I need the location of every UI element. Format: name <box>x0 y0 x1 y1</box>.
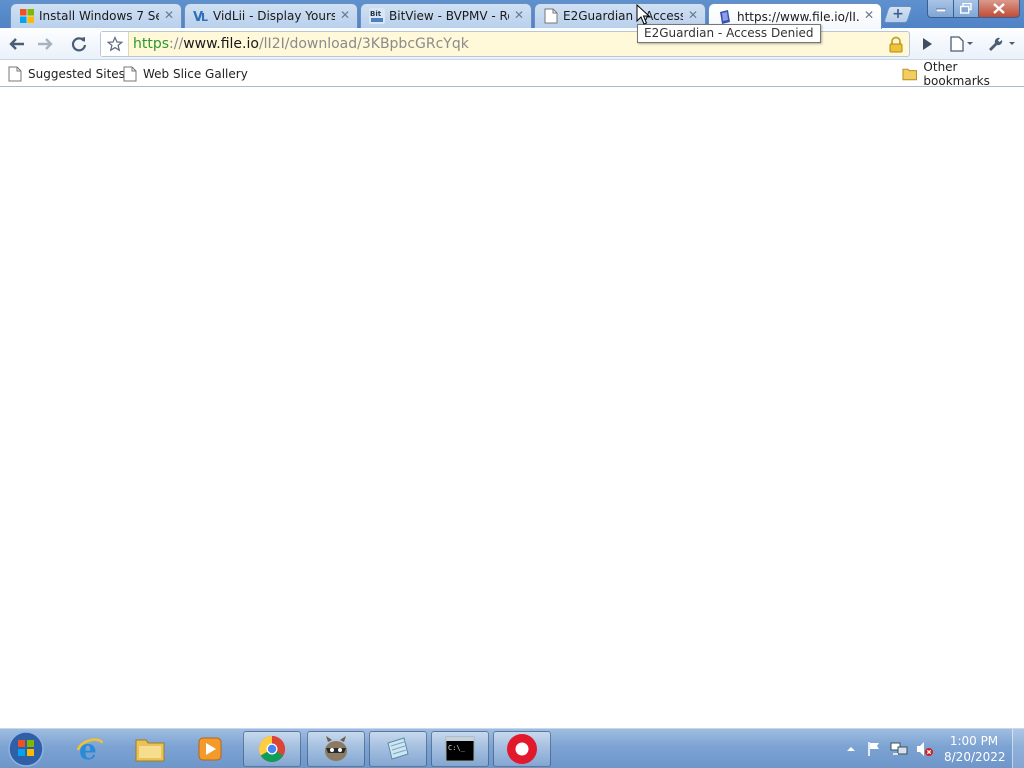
record-icon <box>507 734 537 764</box>
close-icon[interactable]: ✕ <box>687 9 699 21</box>
bookmark-label: Suggested Sites <box>28 67 125 81</box>
bookmark-label: Other bookmarks <box>923 60 990 88</box>
restore-button[interactable] <box>953 0 979 18</box>
taskbar-recorder[interactable] <box>493 731 551 767</box>
tab-label: Install Windows 7 Ser... <box>39 9 159 23</box>
close-window-button[interactable] <box>978 0 1020 18</box>
close-icon[interactable]: ✕ <box>863 9 875 21</box>
mouse-cursor-icon <box>636 4 650 25</box>
taskbar: e C:\_ 1:00 PM 8/20/2022 <box>0 728 1024 768</box>
bookmark-star-icon[interactable] <box>101 32 129 56</box>
url-scheme: https <box>133 36 170 52</box>
arrow-right-icon <box>38 38 53 50</box>
start-button[interactable] <box>6 730 46 768</box>
page-menu-icon <box>950 36 973 52</box>
page-action-button[interactable] <box>914 32 940 56</box>
taskbar-chrome[interactable] <box>243 731 301 767</box>
lock-icon[interactable] <box>887 36 905 54</box>
tab-label: VidLii - Display Yourself <box>213 9 335 23</box>
page-menu-button[interactable] <box>946 32 978 56</box>
tab-tooltip: E2Guardian - Access Denied <box>637 24 821 43</box>
reload-button[interactable] <box>66 32 92 56</box>
bookmark-suggested-sites[interactable]: Suggested Sites <box>8 65 125 83</box>
tab-install-windows-7[interactable]: Install Windows 7 Ser... ✕ <box>10 3 182 28</box>
chrome-icon <box>258 735 286 763</box>
windows-start-icon <box>8 731 44 767</box>
tab-vidlii[interactable]: VL VidLii - Display Yourself ✕ <box>184 3 358 28</box>
new-tab-button[interactable]: + <box>883 6 913 23</box>
plus-icon: + <box>892 6 904 22</box>
tab-label: https://www.file.io/lI... <box>737 9 859 24</box>
bookmarks-bar: Suggested Sites Web Slice Gallery Other … <box>0 60 1024 88</box>
show-desktop-button[interactable] <box>1012 729 1024 768</box>
reload-icon <box>71 37 87 52</box>
bitview-logo-icon: Bit <box>369 8 385 24</box>
url-separator: :// <box>169 36 184 52</box>
tab-bitview[interactable]: Bit BitView - BVPMV - Ro... ✕ <box>360 3 532 28</box>
media-player-icon <box>198 737 222 761</box>
back-button[interactable] <box>4 32 30 56</box>
taskbar-media-player[interactable] <box>181 731 239 767</box>
show-hidden-icons-icon[interactable] <box>846 744 856 754</box>
close-icon[interactable]: ✕ <box>339 9 351 21</box>
url-text[interactable]: https://www.file.io/lI2I/download/3KBpbc… <box>129 36 469 52</box>
svg-text:Bit: Bit <box>370 10 382 18</box>
forward-button[interactable] <box>32 32 58 56</box>
page-content <box>0 88 1024 728</box>
bookmark-web-slice-gallery[interactable]: Web Slice Gallery <box>123 65 248 83</box>
play-icon <box>923 38 932 50</box>
browser-toolbar: https://www.file.io/lI2I/download/3KBpbc… <box>0 28 1024 60</box>
page-icon <box>8 66 22 82</box>
browser-window: Install Windows 7 Ser... ✕ VL VidLii - D… <box>0 0 1024 768</box>
page-icon <box>123 66 137 82</box>
url-path: /lI2I/download/3KBpbcGRcYqk <box>258 36 469 52</box>
svg-text:L: L <box>201 11 208 24</box>
taskbar-internet-explorer[interactable]: e <box>61 731 119 767</box>
blank-page-icon <box>543 8 559 24</box>
internet-explorer-icon: e <box>76 734 104 764</box>
taskbar-clock[interactable]: 1:00 PM 8/20/2022 <box>944 733 1006 765</box>
bookmark-label: Web Slice Gallery <box>143 67 248 81</box>
taskbar-command-prompt[interactable]: C:\_ <box>431 731 489 767</box>
other-bookmarks-folder[interactable]: Other bookmarks <box>902 60 1024 88</box>
command-prompt-icon: C:\_ <box>445 736 475 762</box>
arrow-left-icon <box>9 38 24 50</box>
windows-logo-icon <box>19 8 35 24</box>
taskbar-notepad[interactable] <box>369 731 427 767</box>
settings-menu-button[interactable] <box>984 32 1020 56</box>
minimize-icon <box>935 8 946 12</box>
action-center-flag-icon[interactable] <box>866 741 882 757</box>
clock-time: 1:00 PM <box>949 734 999 748</box>
wrench-icon <box>989 37 1015 51</box>
tab-label: E2Guardian - Access ... <box>563 9 683 23</box>
url-host: www.file.io <box>183 36 259 52</box>
minimize-button[interactable] <box>927 0 954 18</box>
tab-label: BitView - BVPMV - Ro... <box>389 9 509 23</box>
close-icon[interactable]: ✕ <box>513 9 525 21</box>
restore-icon <box>960 3 972 14</box>
file-io-icon <box>717 9 733 25</box>
network-icon[interactable] <box>890 741 908 757</box>
vidlii-logo-icon: VL <box>193 8 209 24</box>
folder-icon <box>902 68 917 81</box>
taskbar-windows-explorer[interactable] <box>121 731 179 767</box>
close-icon <box>993 3 1005 14</box>
tab-strip: Install Windows 7 Ser... ✕ VL VidLii - D… <box>0 0 1024 29</box>
raccoon-app-icon <box>325 736 347 761</box>
windows-explorer-icon <box>135 739 165 762</box>
taskbar-raccoon-app[interactable] <box>307 731 365 767</box>
svg-text:C:\_: C:\_ <box>448 744 466 752</box>
close-icon[interactable]: ✕ <box>163 9 175 21</box>
volume-muted-icon[interactable] <box>916 741 934 757</box>
clock-date: 8/20/2022 <box>944 750 1006 764</box>
notepad-icon <box>387 737 409 760</box>
